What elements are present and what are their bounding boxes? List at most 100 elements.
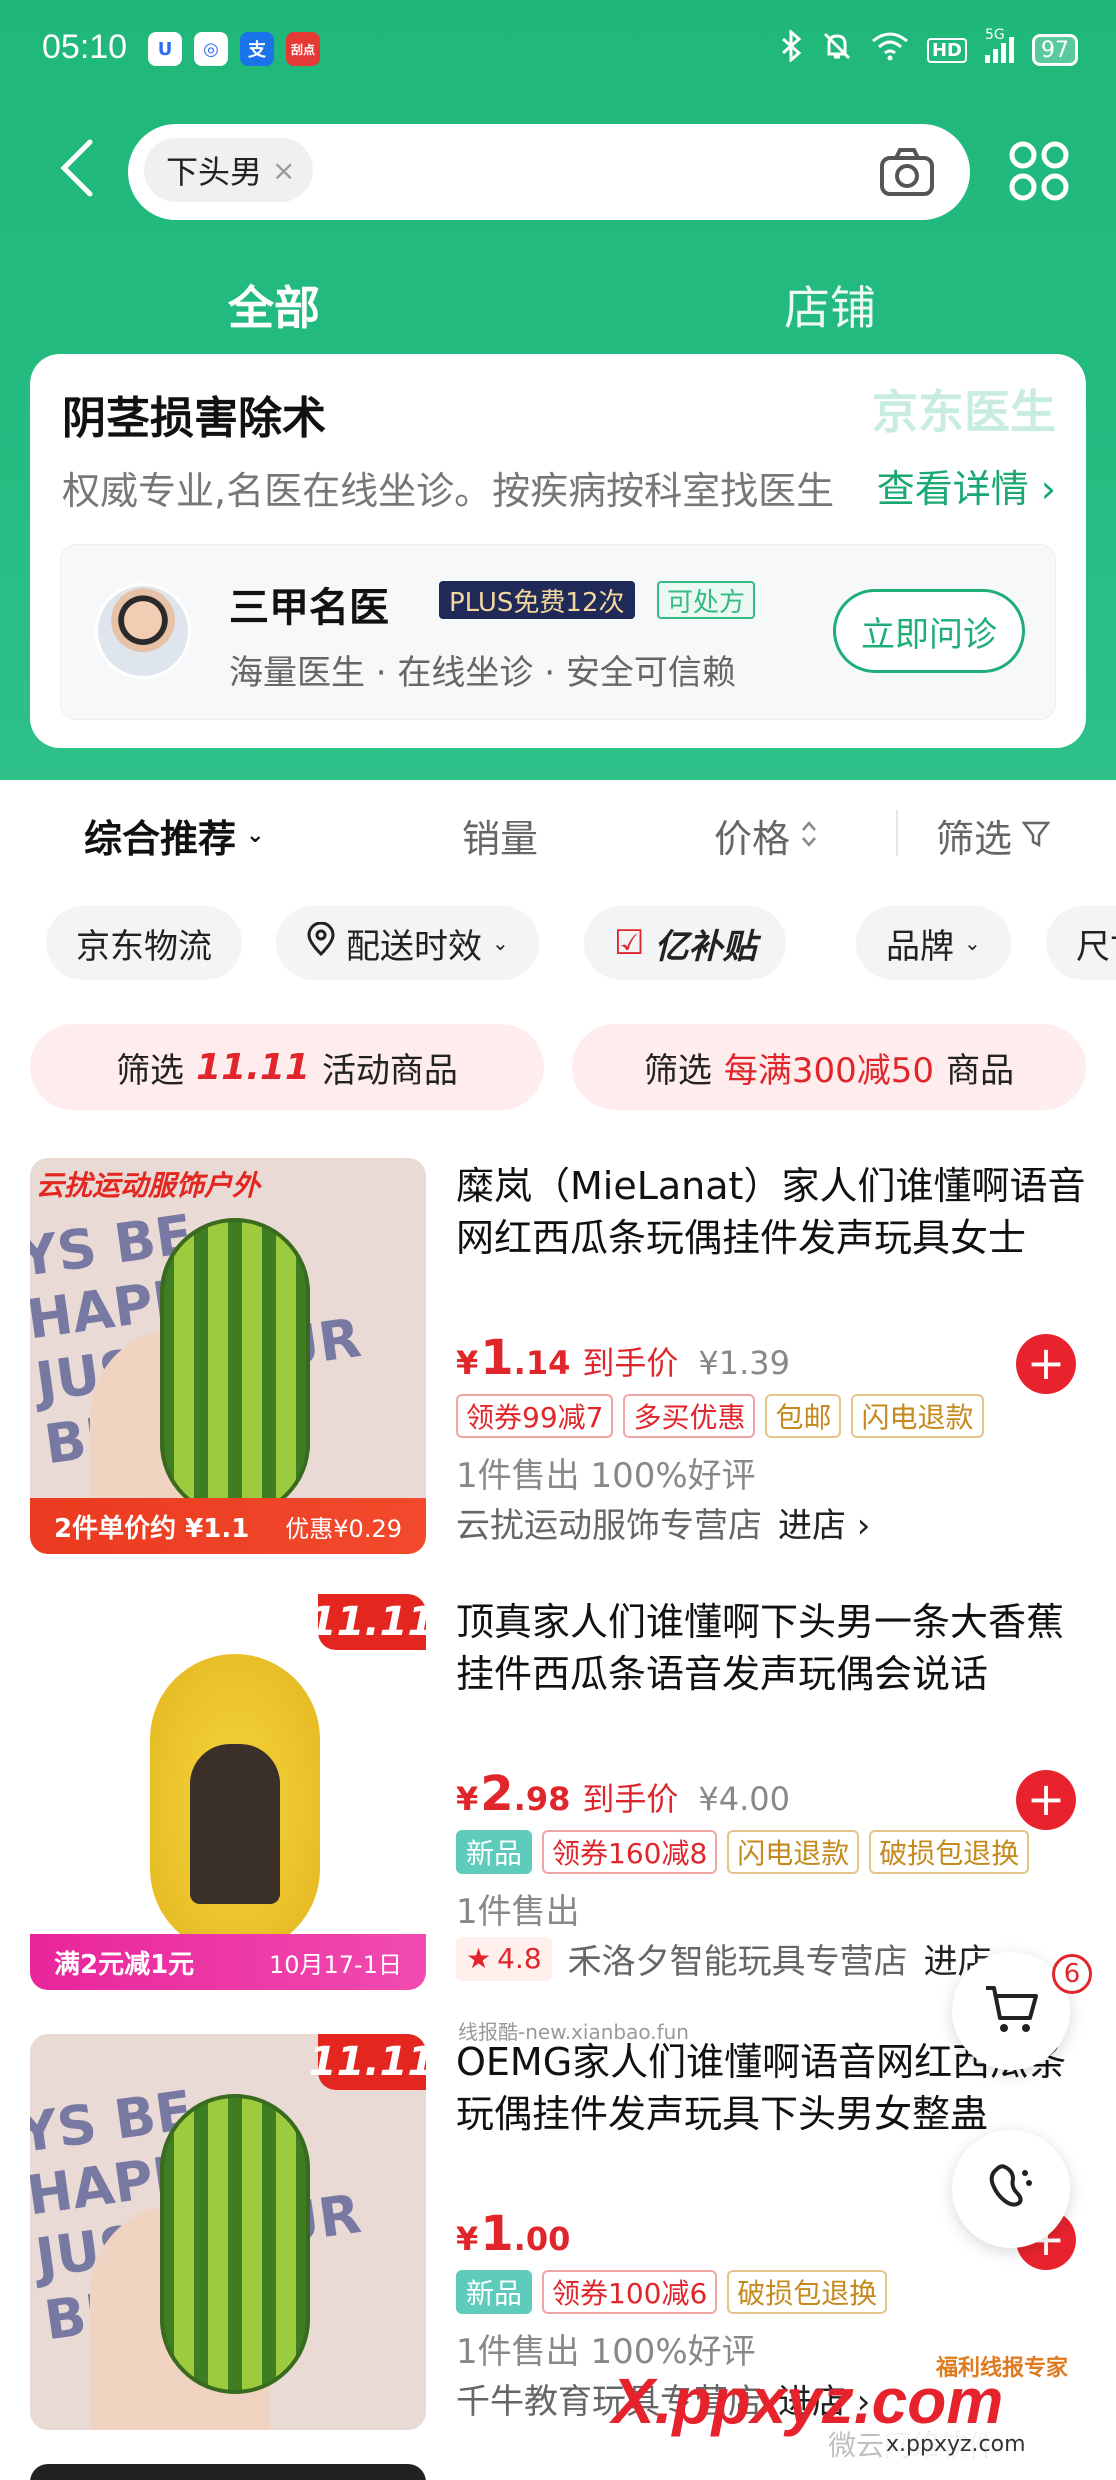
sort-comprehensive[interactable]: 综合推荐 ⌄	[84, 808, 264, 863]
enter-shop-link[interactable]: 进店 ›	[778, 1498, 870, 1547]
chevron-down-icon: ⌄	[964, 931, 981, 955]
tag: 闪电退款	[851, 1394, 984, 1438]
product-title[interactable]: 糜岚（MieLanat）家人们谁懂啊语音网红西瓜条玩偶挂件发声玩具女士	[456, 1160, 1096, 1264]
chip-billion-subsidy[interactable]: ☑ 亿补贴	[584, 906, 787, 980]
promo-title: 阴茎损害除术	[62, 393, 326, 444]
search-query-text: 下头男	[166, 153, 263, 191]
sort-filter-label: 筛选	[936, 817, 1013, 861]
sold-count: 1件售出	[456, 1892, 580, 1932]
thumb-discount: 优惠¥0.29	[285, 1514, 402, 1543]
sold-count: 1件售出 100%好评	[456, 1456, 756, 1496]
sort-price-label: 价格	[714, 817, 791, 861]
chip-size[interactable]: 尺寸	[1046, 906, 1116, 980]
plus-badge: PLUS免费12次	[439, 581, 635, 619]
add-to-cart-button[interactable]: +	[1016, 1334, 1076, 1394]
price-integer: 1	[480, 2206, 514, 2262]
shop-row[interactable]: ★ 4.8 禾洛夕智能玩具专营店 进店 ›	[456, 1934, 1016, 1983]
original-price: ¥1.39	[698, 1344, 790, 1382]
activity-1111-logo: 11.11	[196, 1046, 310, 1088]
price-currency: ¥	[456, 1780, 479, 1818]
wifi-icon	[871, 31, 909, 69]
health-promo-card[interactable]: 阴茎损害除术 京东医生 权威专业,名医在线坐诊。按疾病按科室找医生 查看详情 ›…	[30, 354, 1086, 748]
price-integer: 2	[480, 1766, 514, 1822]
chip-brand[interactable]: 品牌 ⌄	[856, 906, 1011, 980]
shop-row[interactable]: 云扰运动服饰专营店 进店 ›	[456, 1498, 870, 1547]
watermelon-toy-image	[160, 2094, 310, 2394]
price-decimal: .98	[513, 1780, 571, 1818]
sort-bar: 综合推荐 ⌄ 销量 价格 筛选	[0, 780, 1116, 890]
tag: 领券100减6	[542, 2270, 718, 2314]
search-input[interactable]: 下头男 ×	[128, 124, 970, 220]
status-time: 05:10	[42, 28, 128, 66]
status-indicators: HD 5G 97	[779, 27, 1078, 70]
back-icon[interactable]	[58, 138, 108, 208]
tab-all[interactable]: 全部	[228, 272, 320, 338]
consult-now-button[interactable]: 立即问诊	[833, 589, 1025, 673]
star-icon: ★	[466, 1942, 492, 1975]
notification-icons: U ◎ 支 刮点	[148, 32, 320, 66]
watermark-url: x.ppxyz.com	[886, 2432, 1026, 2457]
tab-shop[interactable]: 店铺	[784, 272, 876, 338]
hd-icon: HD	[926, 37, 967, 63]
sort-filter[interactable]: 筛选	[936, 808, 1051, 863]
chip-delivery-time-label: 配送时效	[346, 926, 482, 967]
view-details-link[interactable]: 查看详情 ›	[864, 458, 1056, 513]
watermark-ppxyz: X.ppxyz.com	[612, 2365, 1004, 2437]
product-title[interactable]: 顶真家人们谁懂啊下头男一条大香蕉挂件西瓜条语音发声玩偶会说话	[456, 1596, 1096, 1700]
bluetooth-icon	[779, 28, 803, 70]
product-tags: 新品 领券100减6 破损包退换	[456, 2270, 888, 2314]
clear-chip-icon[interactable]: ×	[272, 154, 295, 187]
chip-jd-logistics[interactable]: 京东物流	[46, 906, 242, 980]
filter-chips-row: 京东物流 配送时效 ⌄ ☑ 亿补贴 品牌 ⌄ 尺寸	[0, 906, 1116, 982]
price-suffix: 到手价	[582, 1344, 679, 1382]
original-price: ¥4.00	[698, 1780, 790, 1818]
prescription-badge: 可处方	[657, 581, 756, 619]
product-card[interactable]: YS BE HAPPY IT JUST YOUR BIRTH 云扰运动服饰户外 …	[0, 1158, 1116, 1558]
footprint-float-button[interactable]	[952, 2130, 1070, 2248]
status-bar: 05:10 U ◎ 支 刮点 HD 5G 97	[0, 0, 1116, 100]
doctor-card[interactable]: 三甲名医 PLUS免费12次 可处方 海量医生 · 在线坐诊 · 安全可信赖 立…	[60, 544, 1056, 720]
search-query-chip[interactable]: 下头男 ×	[144, 138, 314, 202]
product-image[interactable]: YS BE HAPPY IT JUST YOUR BIRTH 11.11	[30, 2034, 426, 2430]
price-suffix: 到手价	[582, 1780, 679, 1818]
filter-funnel-icon	[1021, 814, 1051, 858]
location-pin-icon	[306, 921, 336, 965]
badge-1111: 11.11	[309, 2034, 426, 2090]
network-label: 5G	[985, 27, 1005, 43]
product-price: ¥ 1 .00	[456, 2206, 570, 2262]
tag: 领券99减7	[456, 1394, 614, 1438]
tag: 闪电退款	[727, 1830, 860, 1874]
tag: 包邮	[765, 1394, 842, 1438]
product-image[interactable]: YS BE HAPPY IT JUST YOUR BIRTH 云扰运动服饰户外 …	[30, 1158, 426, 1554]
footprint-icon	[983, 2159, 1039, 2219]
alipay-icon: 支	[240, 32, 274, 66]
target-app-icon: ◎	[194, 32, 228, 66]
badge-1111: 11.11	[309, 1594, 426, 1650]
filter-discount-activity[interactable]: 筛选 每满300减50 商品	[572, 1024, 1086, 1110]
tag: 领券160减8	[542, 1830, 718, 1874]
chip-delivery-time[interactable]: 配送时效 ⌄	[276, 906, 539, 980]
price-decimal: .14	[513, 1344, 571, 1382]
cart-icon	[982, 1982, 1040, 2040]
price-currency: ¥	[456, 2220, 479, 2258]
tag: 新品	[456, 1830, 533, 1874]
product-image[interactable]: 11.11 满2元减1元 10月17-1日	[30, 1594, 426, 1990]
tag: 新品	[456, 2270, 533, 2314]
news-app-icon: 刮点	[286, 32, 320, 66]
thumb-unit-price: 2件单价约 ¥1.1	[54, 1513, 250, 1544]
chevron-down-icon: ⌄	[246, 823, 265, 848]
sort-price[interactable]: 价格	[714, 808, 818, 863]
camera-icon[interactable]	[878, 144, 936, 202]
activity-prefix: 筛选	[643, 1050, 712, 1091]
thumb-promo-bar: 满2元减1元 10月17-1日	[30, 1934, 426, 1990]
product-price: ¥ 2 .98 到手价 ¥4.00	[456, 1766, 790, 1822]
product-card[interactable]: 11.11 满2元减1元 10月17-1日 顶真家人们谁懂啊下头男一条大香蕉挂件…	[0, 1594, 1116, 1994]
product-tags: 领券99减7 多买优惠 包邮 闪电退款	[456, 1394, 984, 1438]
silent-icon	[821, 30, 853, 70]
grid-menu-icon[interactable]	[1008, 140, 1070, 202]
sort-sales[interactable]: 销量	[462, 808, 538, 863]
tag: 多买优惠	[623, 1394, 756, 1438]
add-to-cart-button[interactable]: +	[1016, 1770, 1076, 1830]
doctor-description: 海量医生 · 在线坐诊 · 安全可信赖	[229, 653, 736, 693]
filter-1111-activity[interactable]: 筛选 11.11 活动商品	[30, 1024, 544, 1110]
